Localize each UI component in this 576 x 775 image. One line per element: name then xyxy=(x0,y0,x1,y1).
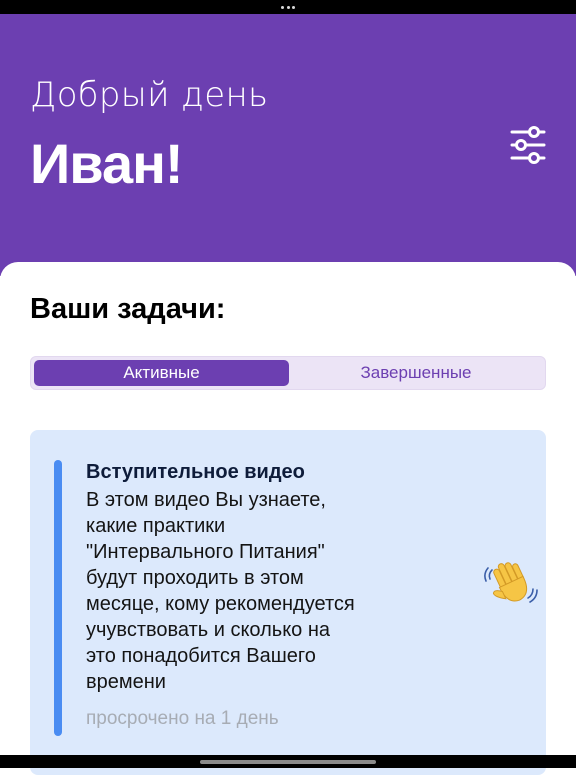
multitasking-dots-icon[interactable] xyxy=(281,5,295,9)
tab-completed[interactable]: Завершенные xyxy=(289,360,543,386)
tasks-heading: Ваши задачи: xyxy=(30,293,226,325)
task-card-status: просрочено на 1 день xyxy=(86,708,279,729)
task-filter-segmented-control: Активные Завершенные xyxy=(30,356,546,390)
task-card[interactable]: Вступительное видео В этом видео Вы узна… xyxy=(30,430,546,775)
sliders-icon xyxy=(510,126,546,164)
task-card-accent-bar xyxy=(54,460,62,736)
user-name: Иван! xyxy=(30,132,184,195)
greeting-text: Добрый день xyxy=(30,75,269,115)
status-bar xyxy=(0,0,576,14)
tab-active[interactable]: Активные xyxy=(34,360,289,386)
task-card-description: В этом видео Вы узнаете, какие практики … xyxy=(86,489,355,693)
task-card-title: Вступительное видео xyxy=(86,461,305,483)
home-indicator-bar[interactable] xyxy=(200,760,376,764)
waving-hand-icon xyxy=(484,560,538,606)
filter-settings-button[interactable] xyxy=(506,125,550,165)
